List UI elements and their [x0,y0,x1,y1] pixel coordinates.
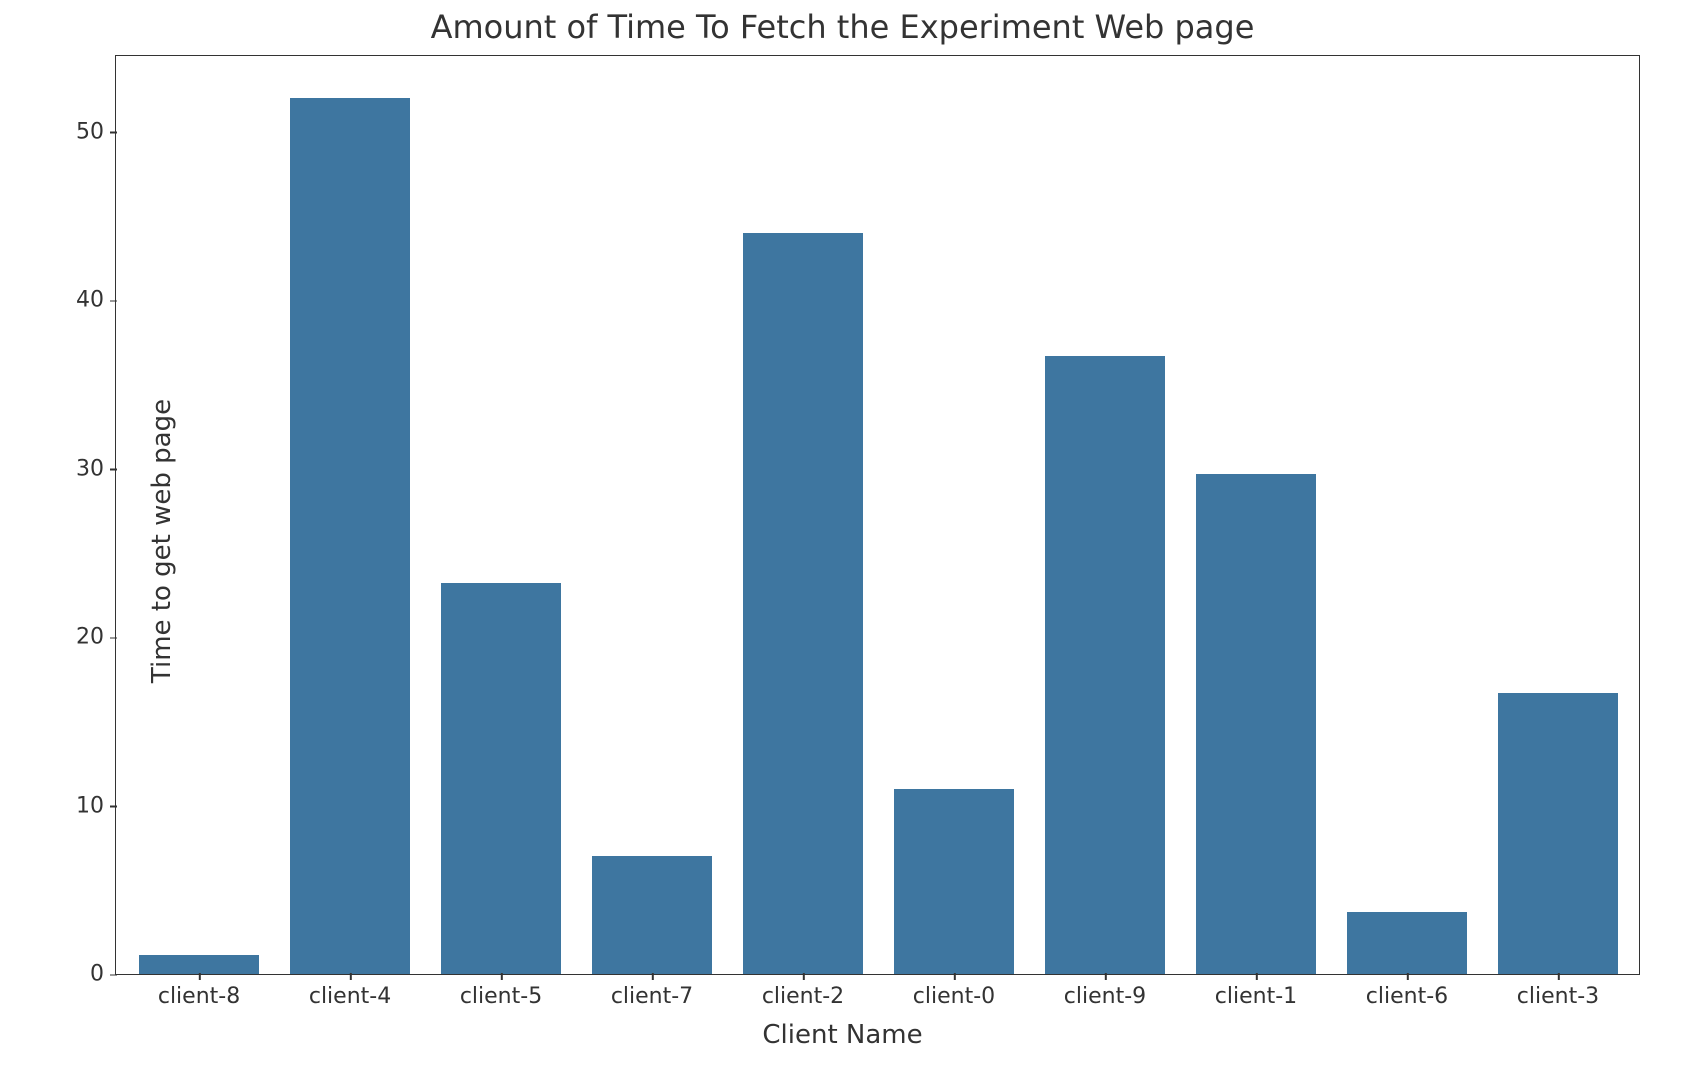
bar [743,233,864,974]
bar [290,98,411,974]
x-tick-label: client-6 [1366,974,1448,1009]
x-tick-label: client-0 [913,974,995,1009]
y-tick-label: 40 [76,288,116,313]
bar [592,856,713,974]
bar [1196,474,1317,974]
chart-figure: Amount of Time To Fetch the Experiment W… [0,0,1685,1082]
axes: client-8client-4client-5client-7client-2… [115,55,1640,975]
y-tick-label: 10 [76,793,116,818]
x-axis-label: Client Name [0,1020,1685,1050]
bar [1347,912,1468,974]
x-tick-label: client-7 [611,974,693,1009]
x-tick-label: client-1 [1215,974,1297,1009]
x-tick-label: client-8 [158,974,240,1009]
bar [1045,356,1166,974]
bar [139,955,260,974]
x-tick-label: client-9 [1064,974,1146,1009]
plot-area [116,56,1639,974]
x-tick-label: client-3 [1517,974,1599,1009]
y-tick-label: 30 [76,456,116,481]
x-tick-label: client-4 [309,974,391,1009]
y-tick-label: 50 [76,119,116,144]
bar [1498,693,1619,974]
bar [441,583,562,974]
x-tick-label: client-5 [460,974,542,1009]
x-tick-label: client-2 [762,974,844,1009]
bar [894,789,1015,974]
y-tick-label: 20 [76,625,116,650]
y-tick-label: 0 [90,962,116,987]
